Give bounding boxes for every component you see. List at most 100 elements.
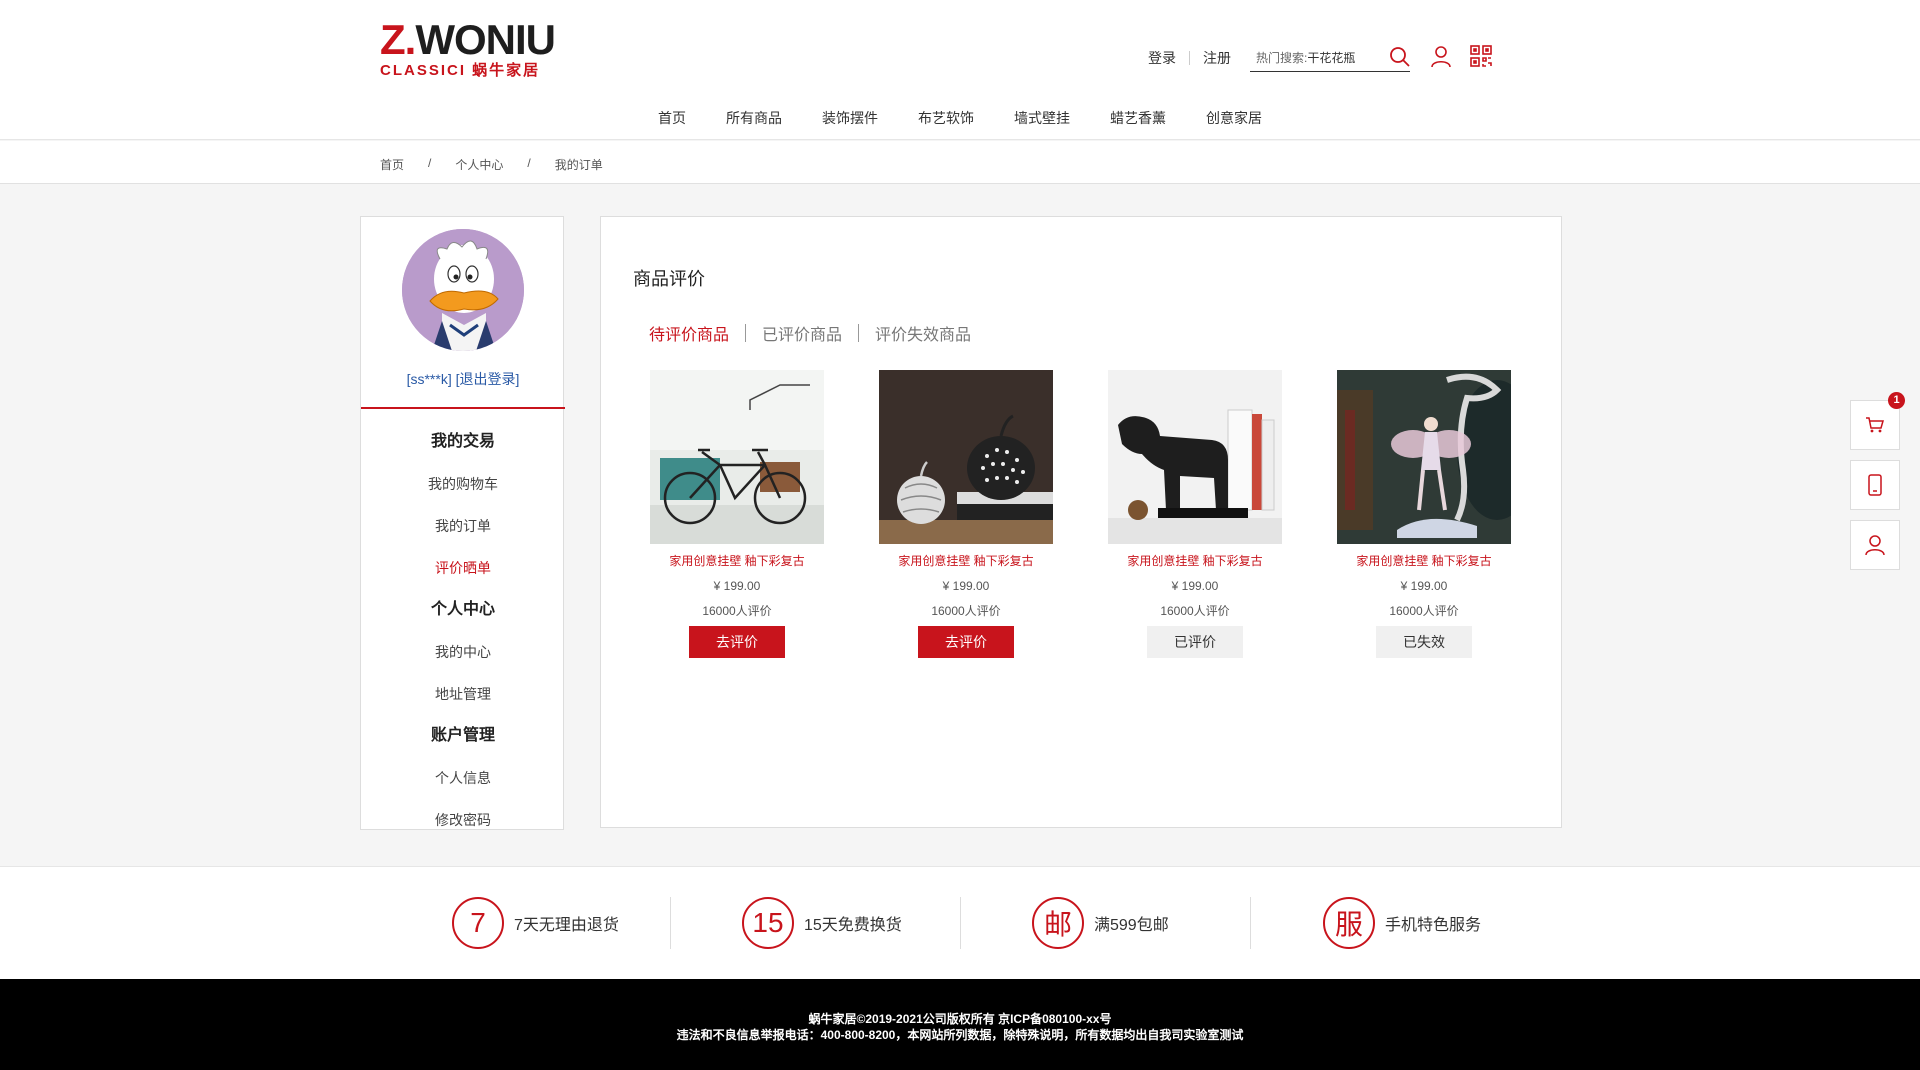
product-card: 家用创意挂壁 釉下彩复古 ¥ 199.00 16000人评价 已失效 xyxy=(1337,370,1511,658)
breadcrumb-bar: 首页 / 个人中心 / 我的订单 xyxy=(0,141,1920,184)
review-count: 16000人评价 xyxy=(1389,604,1459,618)
breadcrumb-current: 我的订单 xyxy=(554,158,603,172)
review-panel: 商品评价 待评价商品 已评价商品 评价失效商品 家用创意挂壁 釉下彩复古 ¥ 1… xyxy=(600,216,1562,828)
user-icon[interactable] xyxy=(1430,45,1454,69)
logout-link[interactable]: [退出登录] xyxy=(456,371,520,387)
login-link[interactable]: 登录 xyxy=(1148,48,1176,68)
sidebar-item-cart[interactable]: 我的购物车 xyxy=(361,463,565,505)
tab-reviewed[interactable]: 已评价商品 xyxy=(762,321,842,345)
logo-wordmark: Z.WONIU xyxy=(380,16,556,63)
reviewed-button[interactable]: 已评价 xyxy=(1147,626,1243,658)
service-exchange: 15 15天免费换货 xyxy=(742,897,902,949)
service-label: 满599包邮 xyxy=(1094,917,1169,934)
review-count: 16000人评价 xyxy=(1160,604,1230,618)
service-mobile: 服 手机特色服务 xyxy=(1323,897,1481,949)
main-nav: 首页 所有商品 装饰摆件 布艺软饰 墙式壁挂 蜡艺香薰 创意家居 xyxy=(0,108,1920,128)
account-links: 登录 注册 xyxy=(1148,48,1231,68)
cart-count-badge: 1 xyxy=(1888,392,1905,409)
search-icon[interactable] xyxy=(1389,46,1413,70)
nav-item-candle[interactable]: 蜡艺香薰 xyxy=(1110,108,1166,128)
site-logo[interactable]: Z.WONIU CLASSICI 蜗牛家居 xyxy=(380,16,556,84)
breadcrumb-separator: / xyxy=(428,156,432,170)
sidebar-item-profile[interactable]: 个人信息 xyxy=(361,757,565,799)
expired-button[interactable]: 已失效 xyxy=(1376,626,1472,658)
tab-pending-review[interactable]: 待评价商品 xyxy=(649,321,729,345)
divider xyxy=(1250,897,1251,949)
search-hot-label: 热门搜索: xyxy=(1256,51,1308,65)
review-count: 16000人评价 xyxy=(931,604,1001,618)
user-info: [ss***k] [退出登录] xyxy=(361,369,565,389)
menu-group-personal: 个人中心 xyxy=(430,601,495,618)
nav-item-creative[interactable]: 创意家居 xyxy=(1206,108,1262,128)
service-return: 7 7天无理由退货 xyxy=(452,897,619,949)
breadcrumb-home[interactable]: 首页 xyxy=(380,156,404,173)
exchange-icon: 15 xyxy=(742,897,794,949)
product-image[interactable] xyxy=(879,370,1053,544)
service-label: 手机特色服务 xyxy=(1385,917,1482,934)
service-shipping: 邮 满599包邮 xyxy=(1032,897,1169,949)
product-price: ¥ 199.00 xyxy=(1171,579,1219,593)
site-footer: 蜗牛家居©2019-2021公司版权所有 京ICP备080100-xx号 违法和… xyxy=(0,979,1920,1070)
sidebar-menu: 我的交易 我的购物车 我的订单 评价晒单 个人中心 我的中心 地址管理 账户管理… xyxy=(361,421,565,841)
avatar[interactable] xyxy=(402,229,524,351)
service-strip: 7 7天无理由退货 15 15天免费换货 邮 满599包邮 服 手机特色服务 xyxy=(0,866,1920,979)
breadcrumb-center[interactable]: 个人中心 xyxy=(455,156,503,173)
review-count: 16000人评价 xyxy=(702,604,772,618)
sidebar-item-my-center[interactable]: 我的中心 xyxy=(361,631,565,673)
sidebar-item-orders[interactable]: 我的订单 xyxy=(361,505,565,547)
menu-group-trade: 我的交易 xyxy=(430,433,495,450)
product-name[interactable]: 家用创意挂壁 釉下彩复古 xyxy=(650,554,824,568)
divider xyxy=(858,324,860,342)
product-price: ¥ 199.00 xyxy=(942,579,990,593)
breadcrumb: 首页 / 个人中心 / 我的订单 xyxy=(380,156,603,173)
username: [ss***k] xyxy=(406,371,452,387)
register-link[interactable]: 注册 xyxy=(1203,48,1231,68)
sidebar-item-address[interactable]: 地址管理 xyxy=(361,673,565,715)
write-review-button[interactable]: 去评价 xyxy=(689,626,785,658)
divider xyxy=(361,407,565,409)
float-mobile-button[interactable] xyxy=(1850,460,1900,510)
sidebar-item-reviews[interactable]: 评价晒单 xyxy=(361,547,565,589)
float-user-button[interactable] xyxy=(1850,520,1900,570)
mail-icon: 邮 xyxy=(1032,897,1084,949)
service-icon: 服 xyxy=(1323,897,1375,949)
write-review-button[interactable]: 去评价 xyxy=(918,626,1014,658)
nav-item-fabric[interactable]: 布艺软饰 xyxy=(918,108,974,128)
product-image[interactable] xyxy=(650,370,824,544)
tab-expired[interactable]: 评价失效商品 xyxy=(875,321,971,345)
logo-subtitle: CLASSICI 蜗牛家居 xyxy=(380,62,541,79)
page-title: 商品评价 xyxy=(633,269,705,289)
product-card: 家用创意挂壁 釉下彩复古 ¥ 199.00 16000人评价 已评价 xyxy=(1108,370,1282,658)
qrcode-icon[interactable] xyxy=(1470,45,1494,69)
product-name[interactable]: 家用创意挂壁 釉下彩复古 xyxy=(1337,554,1511,568)
product-list: 家用创意挂壁 釉下彩复古 ¥ 199.00 16000人评价 去评价 家用创意挂… xyxy=(650,370,1511,658)
search-keyword: 干花花瓶 xyxy=(1307,51,1356,65)
product-price: ¥ 199.00 xyxy=(713,579,761,593)
menu-group-account: 账户管理 xyxy=(430,727,495,744)
nav-item-all-goods[interactable]: 所有商品 xyxy=(726,108,782,128)
copyright-text: 蜗牛家居©2019-2021公司版权所有 京ICP备080100-xx号 xyxy=(808,1012,1112,1026)
product-card: 家用创意挂壁 釉下彩复古 ¥ 199.00 16000人评价 去评价 xyxy=(650,370,824,658)
nav-item-home[interactable]: 首页 xyxy=(658,108,686,128)
nav-item-wall[interactable]: 墙式壁挂 xyxy=(1014,108,1070,128)
service-label: 15天免费换货 xyxy=(804,917,902,934)
report-text: 违法和不良信息举报电话：400-800-8200，本网站所列数据，除特殊说明，所… xyxy=(676,1028,1244,1042)
product-image[interactable] xyxy=(1337,370,1511,544)
product-price: ¥ 199.00 xyxy=(1400,579,1448,593)
search-input[interactable]: 热门搜索: 干花花瓶 xyxy=(1250,44,1410,72)
divider xyxy=(1189,51,1190,65)
product-image[interactable] xyxy=(1108,370,1282,544)
product-card: 家用创意挂壁 釉下彩复古 ¥ 199.00 16000人评价 去评价 xyxy=(879,370,1053,658)
divider xyxy=(670,897,671,949)
site-header: Z.WONIU CLASSICI 蜗牛家居 登录 注册 热门搜索: 干花花瓶 首… xyxy=(0,0,1920,140)
phone-icon xyxy=(1868,474,1882,496)
divider xyxy=(960,897,961,949)
product-name[interactable]: 家用创意挂壁 釉下彩复古 xyxy=(1108,554,1282,568)
divider xyxy=(745,324,747,342)
service-label: 7天无理由退货 xyxy=(514,917,619,934)
cart-icon xyxy=(1866,417,1884,433)
sidebar-item-password[interactable]: 修改密码 xyxy=(361,799,565,841)
product-name[interactable]: 家用创意挂壁 釉下彩复古 xyxy=(879,554,1053,568)
breadcrumb-separator: / xyxy=(527,156,531,170)
nav-item-decor[interactable]: 装饰摆件 xyxy=(822,108,878,128)
